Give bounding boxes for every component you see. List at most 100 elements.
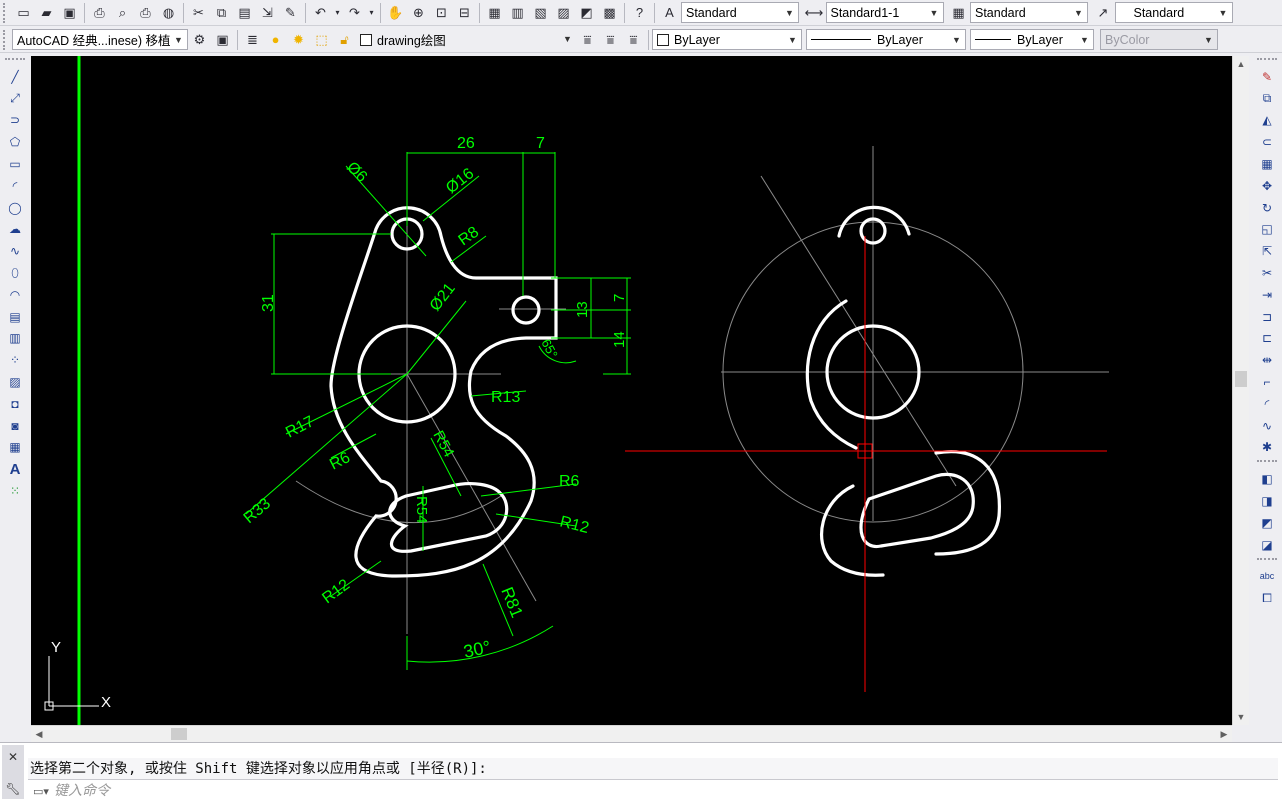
- markup-icon[interactable]: ◩: [576, 2, 598, 24]
- blend-curves-icon[interactable]: ∿: [1256, 415, 1278, 437]
- workspace-toolbar-icon[interactable]: ▣: [212, 29, 234, 51]
- construction-line-icon[interactable]: ⤢: [4, 88, 26, 110]
- extend-icon[interactable]: ⇥: [1256, 284, 1278, 306]
- polyline-icon[interactable]: ⊃: [4, 110, 26, 132]
- erase-icon[interactable]: ✎: [1256, 66, 1278, 88]
- globe-icon[interactable]: ◍: [158, 2, 180, 24]
- lightbulb-icon[interactable]: ●: [265, 29, 287, 51]
- toolbar-grip[interactable]: [3, 2, 9, 23]
- publish-icon[interactable]: ⎙: [135, 2, 157, 24]
- move-icon[interactable]: ✥: [1256, 175, 1278, 197]
- multiline-text-icon[interactable]: A: [4, 458, 26, 480]
- color-dropdown[interactable]: ByLayer ▼: [652, 29, 802, 50]
- mirror-icon[interactable]: ◭: [1256, 110, 1278, 132]
- ellipse-icon[interactable]: ⬯: [4, 262, 26, 284]
- rectangle-icon[interactable]: ▭: [4, 153, 26, 175]
- properties-icon[interactable]: ▦: [484, 2, 506, 24]
- find-replace-icon[interactable]: ⧠: [1256, 587, 1278, 609]
- design-center-icon[interactable]: ▥: [507, 2, 529, 24]
- lock-open-icon[interactable]: 🔓︎: [334, 29, 356, 51]
- help-icon[interactable]: ?: [629, 2, 651, 24]
- open-folder-icon[interactable]: ▰: [36, 2, 58, 24]
- layer-state-icon[interactable]: ⩸: [623, 29, 645, 51]
- zoom-realtime-icon[interactable]: ⊕: [408, 2, 430, 24]
- arc-icon[interactable]: ◜: [4, 175, 26, 197]
- save-icon[interactable]: ▣: [59, 2, 81, 24]
- paste-icon[interactable]: ▤: [234, 2, 256, 24]
- command-line-handle[interactable]: ✕ 🔧︎: [2, 745, 24, 799]
- toolbar-grip[interactable]: [3, 29, 9, 50]
- zoom-previous-icon[interactable]: ⊟: [454, 2, 476, 24]
- drawing-canvas[interactable]: 26 7 31 13 7 14 Ø6 Ø16 R8 Ø21 R13 R17 R6…: [31, 56, 1232, 725]
- redo-dropdown-icon[interactable]: ▾: [367, 2, 377, 24]
- print-icon[interactable]: ⎙: [89, 2, 111, 24]
- command-prompt-icon[interactable]: ▭▾: [28, 784, 54, 798]
- vertical-scroll-thumb[interactable]: [1235, 371, 1247, 387]
- layer-properties-icon[interactable]: ≣: [242, 29, 264, 51]
- draworder-above-icon[interactable]: ◩: [1256, 512, 1278, 534]
- toolbar-grip[interactable]: [1257, 58, 1277, 64]
- array-icon[interactable]: ▦: [1256, 153, 1278, 175]
- undo-dropdown-icon[interactable]: ▾: [333, 2, 343, 24]
- line-icon[interactable]: ╱: [4, 66, 26, 88]
- dim-style-icon[interactable]: ⟷: [803, 2, 825, 24]
- trim-icon[interactable]: ✂: [1256, 262, 1278, 284]
- spell-check-icon[interactable]: abc: [1256, 566, 1278, 588]
- draworder-under-icon[interactable]: ◪: [1256, 534, 1278, 556]
- scroll-up-icon[interactable]: ▲: [1233, 56, 1249, 72]
- cut-icon[interactable]: ✂: [188, 2, 210, 24]
- fillet-icon[interactable]: ◜: [1256, 393, 1278, 415]
- add-selected-icon[interactable]: ⁙: [4, 480, 26, 502]
- break-at-point-icon[interactable]: ⊐: [1256, 306, 1278, 328]
- break-icon[interactable]: ⊏: [1256, 328, 1278, 350]
- new-file-icon[interactable]: ▭: [13, 2, 35, 24]
- horizontal-scroll-thumb[interactable]: [171, 728, 187, 740]
- wrench-icon[interactable]: 🔧︎: [5, 781, 21, 797]
- horizontal-scrollbar[interactable]: ◀ ▶: [31, 725, 1232, 742]
- linetype-dropdown[interactable]: ByLayer ▼: [806, 29, 966, 50]
- mleader-style-icon[interactable]: ↗: [1092, 2, 1114, 24]
- match-properties-icon[interactable]: ⇲: [257, 2, 279, 24]
- copy-object-icon[interactable]: ⧉: [1256, 88, 1278, 110]
- scroll-left-icon[interactable]: ◀: [31, 726, 47, 742]
- text-style-icon[interactable]: A: [659, 2, 681, 24]
- gear-icon[interactable]: ⚙: [189, 29, 211, 51]
- pan-hand-icon[interactable]: ✋: [385, 2, 407, 24]
- toolbar-grip[interactable]: [5, 58, 25, 64]
- sun-icon[interactable]: ✹: [288, 29, 310, 51]
- calculator-icon[interactable]: ▩: [599, 2, 621, 24]
- explode-icon[interactable]: ✱: [1256, 437, 1278, 459]
- zoom-window-icon[interactable]: ⊡: [431, 2, 453, 24]
- layer-previous-icon[interactable]: ⩸: [600, 29, 622, 51]
- lineweight-dropdown[interactable]: ByLayer ▼: [970, 29, 1094, 50]
- layer-dropdown[interactable]: drawing绘图 ▼: [356, 29, 576, 50]
- scroll-right-icon[interactable]: ▶: [1216, 726, 1232, 742]
- point-icon[interactable]: ⁘: [4, 349, 26, 371]
- revision-cloud-icon[interactable]: ☁: [4, 219, 26, 241]
- redo-icon[interactable]: ↷: [344, 2, 366, 24]
- dim-style-dropdown[interactable]: Standard1-1 ▼: [825, 2, 944, 23]
- draworder-front-icon[interactable]: ◧: [1256, 468, 1278, 490]
- stretch-icon[interactable]: ⇱: [1256, 240, 1278, 262]
- close-icon[interactable]: ✕: [5, 749, 21, 765]
- brush-icon[interactable]: ✎: [280, 2, 302, 24]
- polygon-icon[interactable]: ⬠: [4, 131, 26, 153]
- workspace-dropdown[interactable]: AutoCAD 经典...inese) 移植 ▼: [12, 29, 188, 50]
- toolbar-grip[interactable]: [1257, 460, 1277, 466]
- hatch-icon[interactable]: ▨: [4, 371, 26, 393]
- rotate-icon[interactable]: ↻: [1256, 197, 1278, 219]
- region-icon[interactable]: ◘: [4, 393, 26, 415]
- scale-icon[interactable]: ◱: [1256, 219, 1278, 241]
- viewport-freeze-icon[interactable]: ⬚: [311, 29, 333, 51]
- toolbar-grip[interactable]: [1257, 557, 1277, 564]
- scroll-down-icon[interactable]: ▼: [1233, 709, 1249, 725]
- mleader-style-dropdown[interactable]: Standard ▼: [1114, 2, 1233, 23]
- circle-icon[interactable]: ◯: [4, 197, 26, 219]
- join-icon[interactable]: ⇹: [1256, 349, 1278, 371]
- text-style-dropdown[interactable]: Standard ▼: [681, 2, 799, 23]
- gradient-icon[interactable]: ◙: [4, 415, 26, 437]
- make-current-layer-icon[interactable]: ⩸: [577, 29, 599, 51]
- ellipse-arc-icon[interactable]: ◠: [4, 284, 26, 306]
- table-icon[interactable]: ▦: [4, 437, 26, 459]
- vertical-scrollbar[interactable]: ▲ ▼: [1232, 56, 1249, 725]
